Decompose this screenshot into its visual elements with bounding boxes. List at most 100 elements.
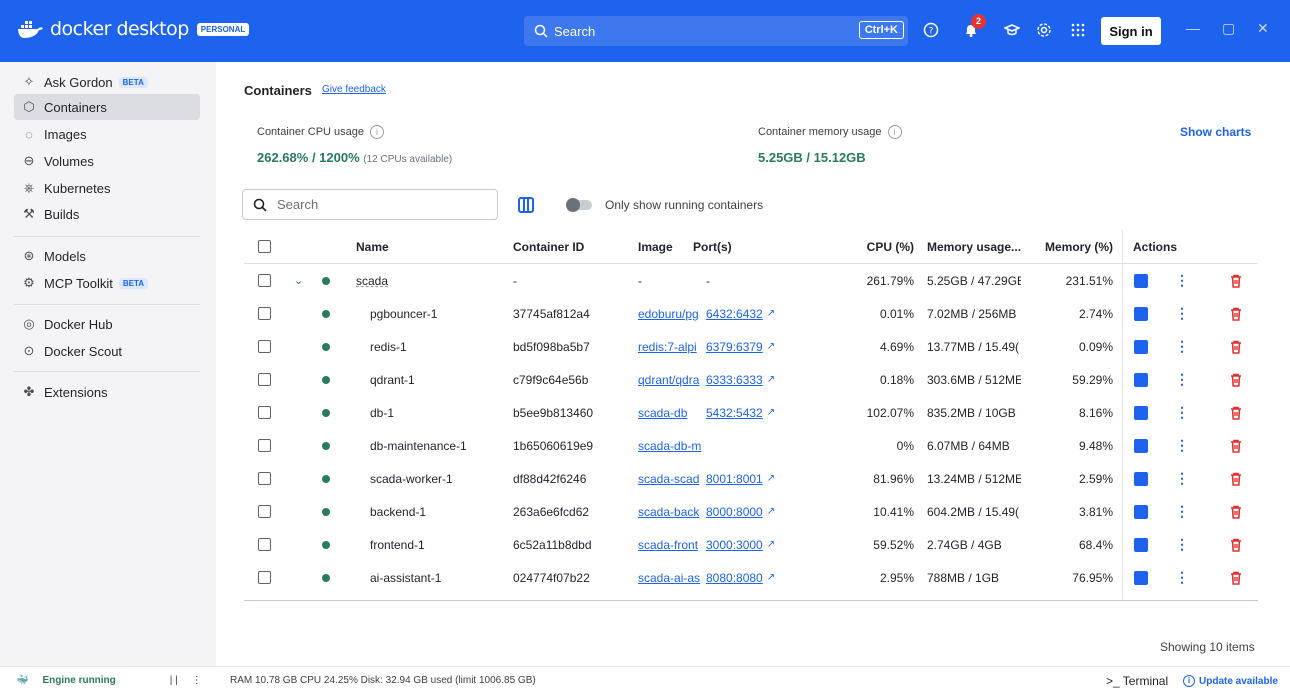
- more-actions-icon[interactable]: ⋮: [1175, 363, 1189, 396]
- container-search-input[interactable]: Search: [242, 189, 498, 220]
- stop-button[interactable]: [1134, 396, 1148, 429]
- info-icon[interactable]: i: [370, 125, 385, 139]
- container-image-link[interactable]: scada-front: [638, 528, 704, 561]
- stop-button[interactable]: [1134, 363, 1148, 396]
- more-menu-icon[interactable]: ⋮: [192, 675, 202, 686]
- sidebar-item-volumes[interactable]: ⊖ Volumes: [14, 148, 200, 174]
- container-name[interactable]: backend-1: [370, 495, 426, 528]
- container-image-link[interactable]: scada-ai-as: [638, 561, 704, 594]
- table-row[interactable]: qdrant-1 c79f9c64e56b qdrant/qdra 6333:6333…: [244, 363, 1258, 396]
- stop-button[interactable]: [1134, 297, 1148, 330]
- column-image[interactable]: Image: [638, 230, 673, 263]
- container-name[interactable]: frontend-1: [370, 528, 425, 561]
- container-name[interactable]: scada-worker-1: [370, 462, 453, 495]
- row-checkbox[interactable]: [258, 264, 271, 297]
- column-ports[interactable]: Port(s): [693, 230, 732, 263]
- settings-gear-icon[interactable]: [1034, 20, 1054, 40]
- help-icon[interactable]: ?: [921, 20, 941, 40]
- table-row[interactable]: db-1 b5ee9b813460 scada-db 5432:5432 ↗ 102.07…: [244, 396, 1258, 429]
- container-image-link[interactable]: edoburu/pg: [638, 297, 704, 330]
- stop-button[interactable]: [1134, 264, 1148, 297]
- show-charts-link[interactable]: Show charts: [1180, 125, 1251, 139]
- sidebar-item-mcp-toolkit[interactable]: ⚙ MCP Toolkit BETA: [14, 270, 200, 296]
- more-actions-icon[interactable]: ⋮: [1175, 495, 1189, 528]
- table-row[interactable]: frontend-1 6c52a11b8dbd scada-front 3000:30…: [244, 528, 1258, 561]
- table-row[interactable]: redis-1 bd5f098ba5b7 redis:7-alpi 6379:6379…: [244, 330, 1258, 363]
- columns-icon[interactable]: [518, 197, 534, 213]
- container-image-link[interactable]: qdrant/qdra: [638, 363, 704, 396]
- stop-button[interactable]: [1134, 429, 1148, 462]
- container-image-link[interactable]: scada-db-m: [638, 429, 704, 462]
- table-row[interactable]: backend-1 263a6e6fcd62 scada-back 8000:8000…: [244, 495, 1258, 528]
- column-memory-percent[interactable]: Memory (%): [1034, 230, 1113, 263]
- container-name[interactable]: db-maintenance-1: [370, 429, 467, 462]
- delete-trash-icon[interactable]: [1228, 396, 1244, 429]
- sign-in-button[interactable]: Sign in: [1101, 17, 1161, 45]
- sidebar-item-docker-hub[interactable]: ◎ Docker Hub: [14, 311, 200, 337]
- container-port-link[interactable]: 8001:8001 ↗: [706, 462, 775, 495]
- info-icon[interactable]: i: [887, 125, 902, 139]
- sidebar-item-models[interactable]: ⊛ Models: [14, 243, 200, 269]
- container-name[interactable]: redis-1: [370, 330, 407, 363]
- running-only-toggle[interactable]: [566, 198, 592, 212]
- sidebar-item-docker-scout[interactable]: ⊙ Docker Scout: [14, 338, 200, 364]
- row-checkbox[interactable]: [258, 297, 271, 330]
- stop-button[interactable]: [1134, 561, 1148, 594]
- container-name[interactable]: qdrant-1: [370, 363, 415, 396]
- give-feedback-link[interactable]: Give feedback: [322, 84, 386, 95]
- container-port-link[interactable]: 6379:6379 ↗: [706, 330, 775, 363]
- row-checkbox[interactable]: [258, 363, 271, 396]
- learning-icon[interactable]: [1002, 20, 1022, 40]
- container-image-link[interactable]: scada-db: [638, 396, 704, 429]
- delete-trash-icon[interactable]: [1228, 330, 1244, 363]
- row-checkbox[interactable]: [258, 495, 271, 528]
- global-search[interactable]: Search Ctrl+K: [524, 16, 908, 46]
- terminal-button[interactable]: >_ Terminal: [1106, 674, 1168, 688]
- sidebar-item-builds[interactable]: ⚒ Builds: [14, 201, 200, 227]
- row-checkbox[interactable]: [258, 429, 271, 462]
- engine-status[interactable]: 🐳 Engine running | | ⋮: [16, 667, 202, 693]
- sidebar-item-ask-gordon[interactable]: ✧ Ask Gordon BETA: [14, 69, 200, 95]
- table-row[interactable]: scada-worker-1 df88d42f6246 scada-scad 8001…: [244, 462, 1258, 495]
- delete-trash-icon[interactable]: [1228, 264, 1244, 297]
- more-actions-icon[interactable]: ⋮: [1175, 396, 1189, 429]
- container-port-link[interactable]: 8080:8080 ↗: [706, 561, 775, 594]
- stop-button[interactable]: [1134, 462, 1148, 495]
- row-checkbox[interactable]: [258, 528, 271, 561]
- table-row[interactable]: pgbouncer-1 37745af812a4 edoburu/pg 6432:64…: [244, 297, 1258, 330]
- stop-button[interactable]: [1134, 495, 1148, 528]
- delete-trash-icon[interactable]: [1228, 495, 1244, 528]
- container-image-link[interactable]: redis:7-alpi: [638, 330, 704, 363]
- container-port-link[interactable]: 8000:8000 ↗: [706, 495, 775, 528]
- container-name[interactable]: pgbouncer-1: [370, 297, 437, 330]
- close-icon[interactable]: ✕: [1257, 20, 1269, 37]
- delete-trash-icon[interactable]: [1228, 429, 1244, 462]
- delete-trash-icon[interactable]: [1228, 528, 1244, 561]
- container-image-link[interactable]: scada-scad: [638, 462, 704, 495]
- more-actions-icon[interactable]: ⋮: [1175, 330, 1189, 363]
- container-port-link[interactable]: 5432:5432 ↗: [706, 396, 775, 429]
- container-image-link[interactable]: scada-back: [638, 495, 704, 528]
- table-row[interactable]: db-maintenance-1 1b65060619e9 scada-db-m 0%…: [244, 429, 1258, 462]
- row-checkbox[interactable]: [258, 462, 271, 495]
- table-row[interactable]: ⌄ scada - - - 261.79% 5.25GB / 47.29GE 231.51% ⋮: [244, 264, 1258, 297]
- more-actions-icon[interactable]: ⋮: [1175, 462, 1189, 495]
- sidebar-item-containers[interactable]: ⬡ Containers: [14, 94, 200, 120]
- sidebar-item-kubernetes[interactable]: ⎈ Kubernetes: [14, 175, 200, 201]
- more-actions-icon[interactable]: ⋮: [1175, 264, 1189, 297]
- update-available-link[interactable]: i Update available: [1183, 675, 1278, 687]
- maximize-icon[interactable]: ▢: [1222, 20, 1235, 37]
- more-actions-icon[interactable]: ⋮: [1175, 297, 1189, 330]
- delete-trash-icon[interactable]: [1228, 561, 1244, 594]
- extensions-grid-icon[interactable]: [1068, 20, 1088, 40]
- minimize-icon[interactable]: —: [1186, 20, 1200, 36]
- row-checkbox[interactable]: [258, 330, 271, 363]
- container-name[interactable]: ai-assistant-1: [370, 561, 441, 594]
- column-memory-usage[interactable]: Memory usage...: [927, 230, 1021, 263]
- container-port-link[interactable]: 3000:3000 ↗: [706, 528, 775, 561]
- row-checkbox[interactable]: [258, 396, 271, 429]
- container-port-link[interactable]: 6432:6432 ↗: [706, 297, 775, 330]
- sidebar-item-extensions[interactable]: ✤ Extensions: [14, 379, 200, 405]
- column-cpu[interactable]: CPU (%): [824, 230, 914, 263]
- container-name[interactable]: scada: [356, 264, 388, 297]
